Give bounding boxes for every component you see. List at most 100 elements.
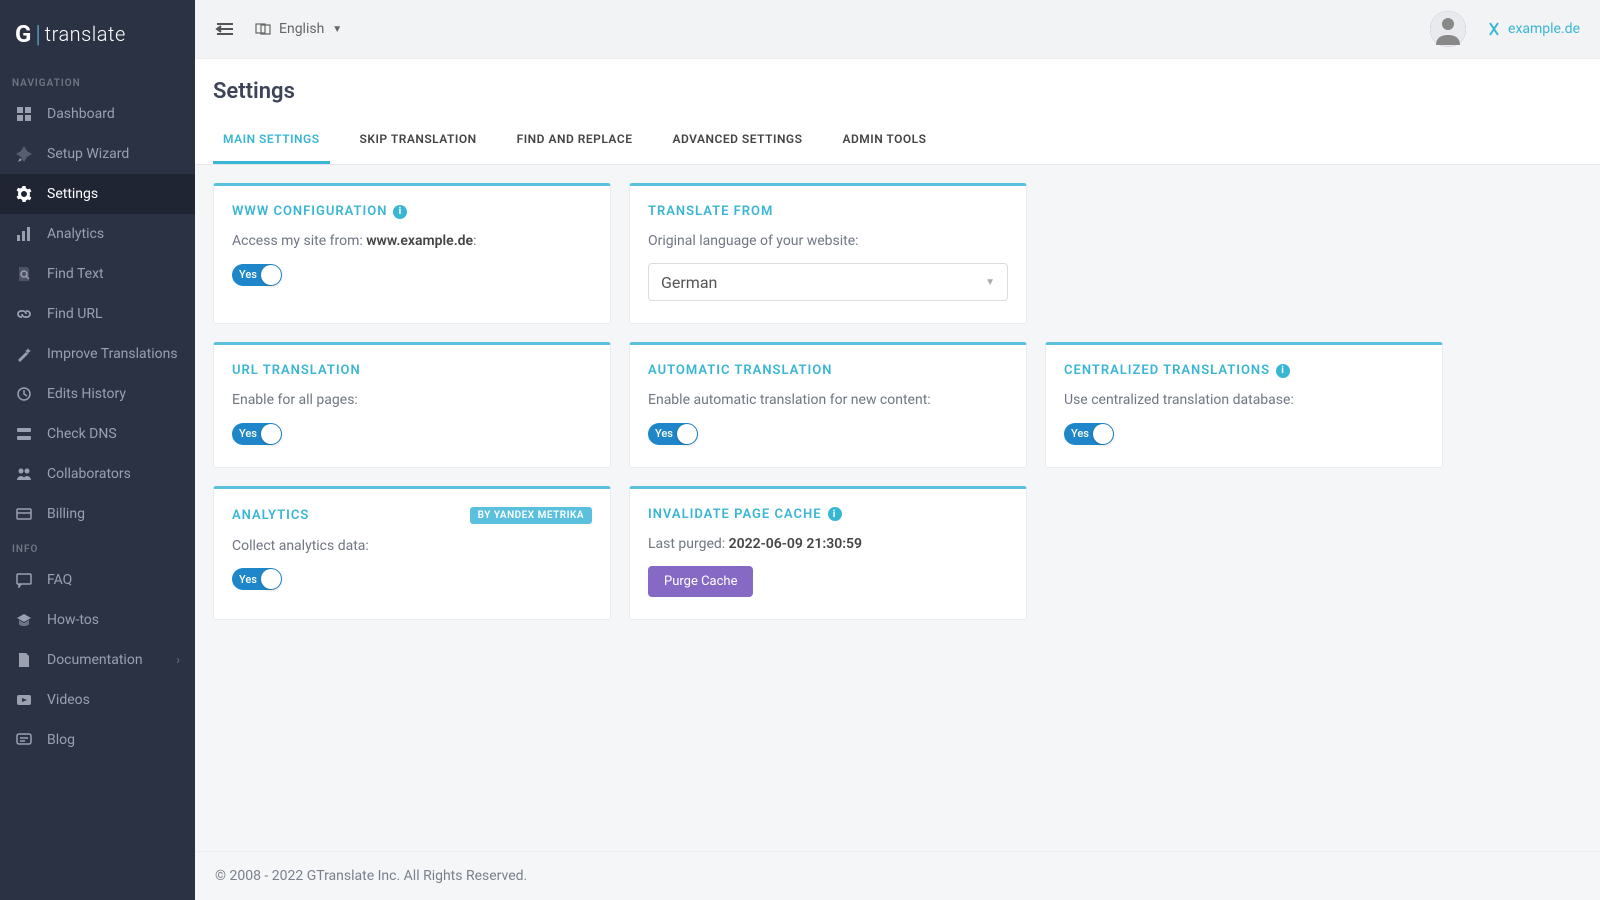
sidebar-item-find-url[interactable]: Find URL [0, 294, 195, 334]
card-desc: Enable automatic translation for new con… [648, 392, 1008, 408]
card-desc: Access my site from: www.example.de: [232, 233, 592, 249]
purge-cache-button[interactable]: Purge Cache [648, 566, 753, 597]
sidebar-item-label: How-tos [47, 612, 99, 628]
play-icon [15, 691, 33, 709]
card-title-text: WWW CONFIGURATION [232, 204, 387, 219]
sidebar-item-label: Edits History [47, 386, 126, 402]
tab-advanced-settings[interactable]: ADVANCED SETTINGS [662, 118, 812, 164]
sidebar-item-videos[interactable]: Videos [0, 680, 195, 720]
select-value: German [661, 273, 717, 292]
toggle-knob [1093, 424, 1113, 444]
card-title-text: ANALYTICS [232, 508, 309, 523]
sidebar-item-label: Dashboard [47, 106, 115, 122]
server-icon [15, 425, 33, 443]
toggle-knob [261, 569, 281, 589]
card-auto-translation: AUTOMATIC TRANSLATION Enable automatic t… [629, 342, 1027, 468]
gear-icon [15, 185, 33, 203]
sidebar-item-blog[interactable]: Blog [0, 720, 195, 760]
analytics-badge: BY YANDEX METRIKA [470, 507, 592, 524]
url-translation-toggle[interactable]: Yes [232, 423, 282, 445]
toggle-knob [261, 265, 281, 285]
card-desc: Last purged: 2022-06-09 21:30:59 [648, 536, 1008, 552]
sidebar-item-analytics[interactable]: Analytics [0, 214, 195, 254]
card-desc: Use centralized translation database: [1064, 392, 1424, 408]
info-icon[interactable]: i [393, 205, 407, 219]
logo[interactable]: G | translate [0, 0, 195, 68]
sidebar-item-documentation[interactable]: Documentation › [0, 640, 195, 680]
tab-admin-tools[interactable]: ADMIN TOOLS [832, 118, 936, 164]
page-title: Settings [195, 58, 1600, 118]
sidebar-item-label: Blog [47, 732, 75, 748]
history-icon [15, 385, 33, 403]
chevron-down-icon: ▼ [332, 24, 342, 35]
sidebar-item-collaborators[interactable]: Collaborators [0, 454, 195, 494]
doc-icon [15, 651, 33, 669]
sidebar-item-label: Setup Wizard [47, 146, 129, 162]
card-title-text: AUTOMATIC TRANSLATION [648, 363, 832, 378]
sidebar-item-faq[interactable]: FAQ [0, 560, 195, 600]
card-title-text: CENTRALIZED TRANSLATIONS [1064, 363, 1270, 378]
sidebar-item-howtos[interactable]: How-tos [0, 600, 195, 640]
ui-language-value: English [279, 21, 324, 37]
logo-g: G [15, 20, 31, 48]
sidebar-item-setup-wizard[interactable]: Setup Wizard [0, 134, 195, 174]
sidebar-item-improve[interactable]: Improve Translations [0, 334, 195, 374]
auto-translation-toggle[interactable]: Yes [648, 423, 698, 445]
sidebar-item-label: Settings [47, 186, 98, 202]
chat-icon [15, 571, 33, 589]
nav-heading-navigation: NAVIGATION [0, 68, 195, 94]
link-icon [15, 305, 33, 323]
site-icon [1486, 21, 1502, 37]
chevron-down-icon: ▼ [985, 277, 995, 288]
toggle-knob [261, 424, 281, 444]
tab-find-replace[interactable]: FIND AND REPLACE [507, 118, 643, 164]
info-icon[interactable]: i [1276, 364, 1290, 378]
card-title-text: URL TRANSLATION [232, 363, 361, 378]
graduation-icon [15, 611, 33, 629]
chart-icon [15, 225, 33, 243]
info-icon[interactable]: i [828, 507, 842, 521]
card-centralized-translations: CENTRALIZED TRANSLATIONS i Use centraliz… [1045, 342, 1443, 468]
card-desc: Collect analytics data: [232, 538, 592, 554]
search-doc-icon [15, 265, 33, 283]
card-desc: Enable for all pages: [232, 392, 592, 408]
sidebar-collapse-button[interactable] [215, 21, 235, 37]
settings-tabs: MAIN SETTINGS SKIP TRANSLATION FIND AND … [195, 118, 1600, 165]
sidebar-item-label: Documentation [47, 652, 143, 668]
sidebar-item-find-text[interactable]: Find Text [0, 254, 195, 294]
sidebar-item-label: Collaborators [47, 466, 131, 482]
www-toggle[interactable]: Yes [232, 264, 282, 286]
card-icon [15, 505, 33, 523]
users-icon [15, 465, 33, 483]
sidebar-item-history[interactable]: Edits History [0, 374, 195, 414]
card-www-config: WWW CONFIGURATION i Access my site from:… [213, 183, 611, 324]
card-translate-from: TRANSLATE FROM Original language of your… [629, 183, 1027, 324]
ui-language-select[interactable]: English ▼ [255, 21, 342, 37]
sidebar-item-label: Find Text [47, 266, 104, 282]
card-title-text: TRANSLATE FROM [648, 204, 773, 219]
site-link[interactable]: example.de [1486, 21, 1580, 37]
sidebar-item-dashboard[interactable]: Dashboard [0, 94, 195, 134]
centralized-toggle[interactable]: Yes [1064, 423, 1114, 445]
avatar[interactable] [1430, 11, 1466, 47]
toggle-knob [677, 424, 697, 444]
translate-icon [255, 21, 271, 37]
logo-separator: | [35, 20, 40, 48]
card-desc: Original language of your website: [648, 233, 1008, 249]
sidebar: G | translate NAVIGATION Dashboard Setup… [0, 0, 195, 900]
sidebar-item-billing[interactable]: Billing [0, 494, 195, 534]
nav-heading-info: INFO [0, 534, 195, 560]
tab-skip-translation[interactable]: SKIP TRANSLATION [350, 118, 487, 164]
sidebar-item-settings[interactable]: Settings [0, 174, 195, 214]
card-title-text: INVALIDATE PAGE CACHE [648, 507, 822, 522]
card-invalidate-cache: INVALIDATE PAGE CACHE i Last purged: 202… [629, 486, 1027, 620]
sidebar-item-label: Videos [47, 692, 90, 708]
sidebar-item-check-dns[interactable]: Check DNS [0, 414, 195, 454]
source-language-select[interactable]: German ▼ [648, 263, 1008, 301]
tab-main-settings[interactable]: MAIN SETTINGS [213, 118, 330, 164]
content: WWW CONFIGURATION i Access my site from:… [195, 165, 1600, 851]
card-url-translation: URL TRANSLATION Enable for all pages: Ye… [213, 342, 611, 468]
wand-icon [15, 345, 33, 363]
analytics-toggle[interactable]: Yes [232, 568, 282, 590]
site-name: example.de [1508, 21, 1580, 37]
